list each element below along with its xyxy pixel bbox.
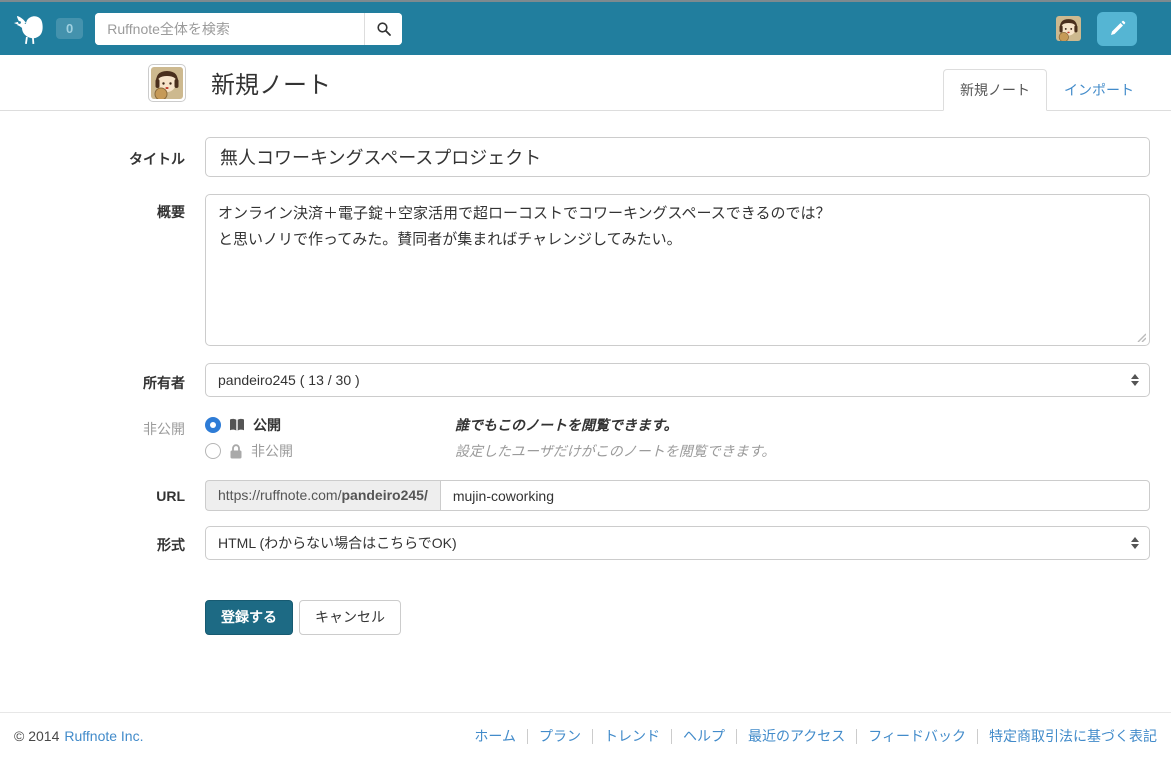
footer-link-recent-access[interactable]: 最近のアクセス [748, 726, 845, 746]
user-avatar[interactable] [1056, 16, 1081, 41]
format-label: 形式 [0, 526, 185, 560]
footer-link-help[interactable]: ヘルプ [683, 726, 725, 746]
tab-import[interactable]: インポート [1047, 69, 1151, 111]
radio-private[interactable] [205, 443, 221, 459]
format-select-value: HTML (わからない場合はこちらでOK) [218, 533, 1131, 553]
submit-button[interactable]: 登録する [205, 600, 293, 635]
privacy-public-label: 公開 [253, 415, 281, 435]
privacy-public-description: 誰でもこのノートを閲覧できます。 [455, 415, 678, 435]
select-arrows-icon [1131, 374, 1139, 386]
url-label: URL [0, 480, 185, 511]
owner-avatar[interactable] [148, 64, 186, 102]
footer-link-trend[interactable]: トレンド [604, 726, 660, 746]
book-icon [229, 418, 245, 432]
privacy-private-label: 非公開 [251, 441, 293, 461]
footer-divider [977, 729, 978, 744]
footer-link-feedback[interactable]: フィードバック [868, 726, 966, 746]
privacy-label: 非公開 [0, 414, 185, 466]
title-row: タイトル [0, 137, 1171, 177]
privacy-row: 非公開 公開 誰でもこのノートを閲覧できます。 [0, 414, 1171, 466]
footer-link-home[interactable]: ホーム [474, 726, 516, 746]
owner-select-value: pandeiro245 ( 13 / 30 ) [218, 372, 1131, 388]
url-slug-input[interactable] [440, 480, 1150, 511]
privacy-option-public[interactable]: 公開 誰でもこのノートを閲覧できます。 [205, 414, 1150, 436]
page-title: 新規ノート [211, 65, 331, 100]
format-row: 形式 HTML (わからない場合はこちらでOK) [0, 526, 1171, 560]
summary-row: 概要 オンライン決済＋電子錠＋空家活用で超ローコストでコワーキングスペースできる… [0, 194, 1171, 346]
footer-divider [592, 729, 593, 744]
lock-icon [229, 444, 243, 459]
search-input[interactable] [95, 13, 364, 45]
copyright-text: © 2014 [14, 728, 59, 744]
new-note-button[interactable] [1097, 12, 1137, 46]
footer-link-commerce-law[interactable]: 特定商取引法に基づく表記 [989, 726, 1157, 746]
footer-divider [527, 729, 528, 744]
owner-select[interactable]: pandeiro245 ( 13 / 30 ) [205, 363, 1150, 397]
pencil-icon [1109, 20, 1126, 37]
tab-new-note[interactable]: 新規ノート [943, 69, 1047, 111]
page: 0 [0, 0, 1171, 768]
footer-link-plan[interactable]: プラン [539, 726, 581, 746]
new-note-form: タイトル 概要 オンライン決済＋電子錠＋空家活用で超ローコストでコワーキングスペ… [0, 111, 1171, 635]
format-select[interactable]: HTML (わからない場合はこちらでOK) [205, 526, 1150, 560]
footer: © 2014 Ruffnote Inc. ホーム プラン トレンド ヘルプ 最近… [0, 712, 1171, 759]
title-label: タイトル [0, 137, 185, 177]
footer-links: ホーム プラン トレンド ヘルプ 最近のアクセス フィードバック 特定商取引法に… [474, 726, 1157, 746]
summary-label: 概要 [0, 194, 185, 346]
header-tabs: 新規ノート インポート [943, 69, 1151, 110]
radio-public[interactable] [205, 417, 221, 433]
select-arrows-icon [1131, 537, 1139, 549]
search-button[interactable] [364, 13, 402, 45]
summary-textarea[interactable]: オンライン決済＋電子錠＋空家活用で超ローコストでコワーキングスペースできるのでは… [205, 194, 1150, 346]
title-input[interactable] [205, 137, 1150, 177]
form-actions: 登録する キャンセル [205, 600, 1171, 635]
search-icon [376, 21, 392, 37]
count-badge[interactable]: 0 [56, 18, 83, 39]
cancel-button[interactable]: キャンセル [299, 600, 401, 635]
footer-divider [736, 729, 737, 744]
company-link[interactable]: Ruffnote Inc. [64, 728, 143, 744]
top-navbar: 0 [0, 0, 1171, 55]
owner-row: 所有者 pandeiro245 ( 13 / 30 ) [0, 363, 1171, 397]
note-form-header: 新規ノート 新規ノート インポート [0, 55, 1171, 111]
url-row: URL https://ruffnote.com/pandeiro245/ [0, 480, 1171, 511]
privacy-private-description: 設定したユーザだけがこのノートを閲覧できます。 [455, 441, 775, 461]
bird-logo-icon[interactable] [12, 13, 50, 45]
site-search [95, 13, 402, 45]
owner-label: 所有者 [0, 363, 185, 397]
url-prefix: https://ruffnote.com/pandeiro245/ [205, 480, 440, 511]
privacy-option-private[interactable]: 非公開 設定したユーザだけがこのノートを閲覧できます。 [205, 440, 1150, 462]
footer-divider [671, 729, 672, 744]
footer-divider [856, 729, 857, 744]
